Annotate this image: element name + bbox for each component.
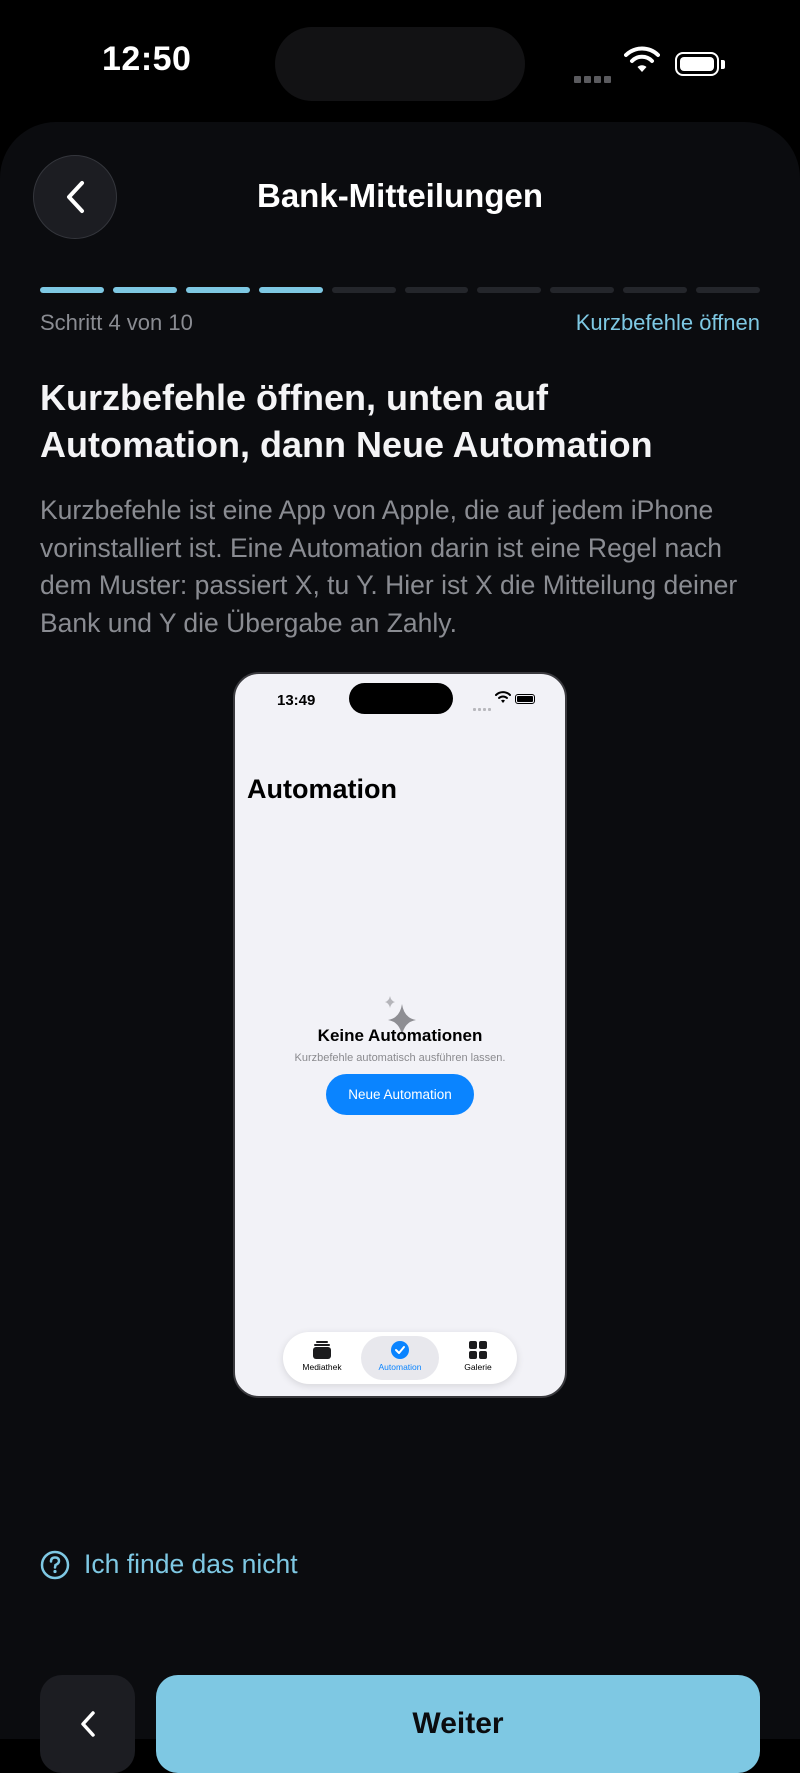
illustration-signal-icon <box>473 698 493 711</box>
illustration-tab-label: Galerie <box>464 1362 492 1372</box>
question-circle-icon <box>40 1550 70 1579</box>
progress-segment <box>696 287 761 293</box>
next-button[interactable]: Weiter <box>156 1675 760 1773</box>
progress-segment <box>258 287 323 293</box>
progress-segment <box>331 287 396 293</box>
progress-segment <box>40 287 104 293</box>
progress-segment <box>477 287 542 293</box>
illustration-tab-label: Automation <box>378 1362 422 1372</box>
shortcuts-app-illustration: 13:49 Automation Keine Automationen Kurz… <box>233 672 567 1398</box>
progress-segment <box>404 287 469 293</box>
battery-icon <box>675 52 719 76</box>
progress-segment <box>185 287 250 293</box>
illustration-battery-icon <box>515 694 535 704</box>
illustration-new-automation-button: Neue Automation <box>326 1074 474 1115</box>
dynamic-island <box>275 27 525 101</box>
progress-segment <box>550 287 615 293</box>
illustration-wifi-icon <box>495 691 511 703</box>
wifi-icon <box>624 46 660 72</box>
status-bar: 12:50 <box>0 0 800 120</box>
status-time: 12:50 <box>102 40 192 78</box>
stack-icon <box>283 1336 361 1360</box>
illustration-title: Automation <box>247 774 397 804</box>
step-hint: Kurzbefehle öffnen <box>575 310 760 335</box>
chevron-left-icon <box>80 1711 95 1737</box>
step-counter: Schritt 4 von 10 <box>40 310 193 335</box>
illustration-empty-subtitle: Kurzbefehle automatisch ausführen lassen… <box>294 1052 506 1064</box>
step-progress <box>40 287 761 293</box>
help-link[interactable]: Ich finde das nicht <box>40 1549 298 1580</box>
progress-segment <box>112 287 177 293</box>
cellular-signal-icon <box>574 70 614 83</box>
illustration-tab-galerie: Galerie <box>439 1336 517 1380</box>
illustration-island <box>349 683 453 714</box>
step-description: Kurzbefehle ist eine App von Apple, die … <box>40 495 738 638</box>
sheet-title: Bank-Mitteilungen <box>257 177 543 214</box>
step-headline: Kurzbefehle öffnen, unten auf Automation… <box>40 377 653 465</box>
illustration-empty-title: Keine Automationen <box>317 1026 483 1045</box>
progress-segment <box>623 287 688 293</box>
illustration-tab-mediathek: Mediathek <box>283 1336 361 1380</box>
clock-check-icon <box>361 1336 439 1360</box>
onboarding-sheet: Bank-Mitteilungen Schritt 4 von 10 Kurzb… <box>0 122 800 1773</box>
battery-tip <box>721 60 725 69</box>
illustration-tab-label: Mediathek <box>302 1362 342 1372</box>
grid-icon <box>439 1336 517 1360</box>
help-link-label: Ich finde das nicht <box>84 1549 298 1579</box>
footer-back-button[interactable] <box>40 1675 135 1773</box>
illustration-tab-bar: Mediathek Automation Galerie <box>283 1332 517 1384</box>
illustration-tab-automation: Automation <box>361 1336 439 1380</box>
illustration-time: 13:49 <box>277 692 316 709</box>
